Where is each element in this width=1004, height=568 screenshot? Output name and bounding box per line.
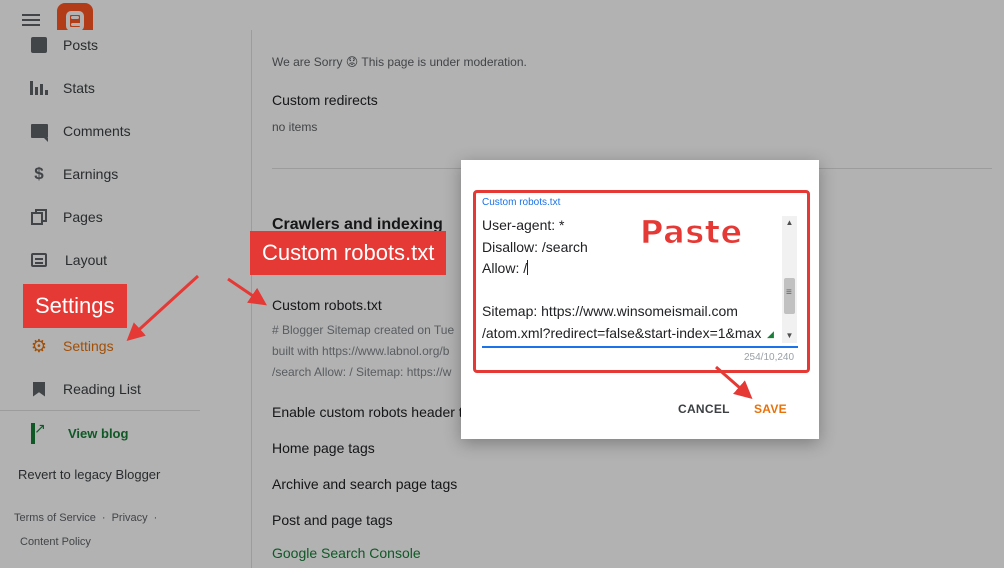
save-button[interactable]: SAVE [754, 402, 787, 416]
custom-robots-annotation: Custom robots.txt [250, 231, 447, 275]
paste-annotation: Paste [640, 213, 743, 252]
settings-annotation: Settings [23, 284, 127, 328]
blogger-settings-page: Posts Stats Comments $ Earnings Pages La… [0, 0, 1004, 568]
cancel-button[interactable]: CANCEL [678, 402, 730, 416]
